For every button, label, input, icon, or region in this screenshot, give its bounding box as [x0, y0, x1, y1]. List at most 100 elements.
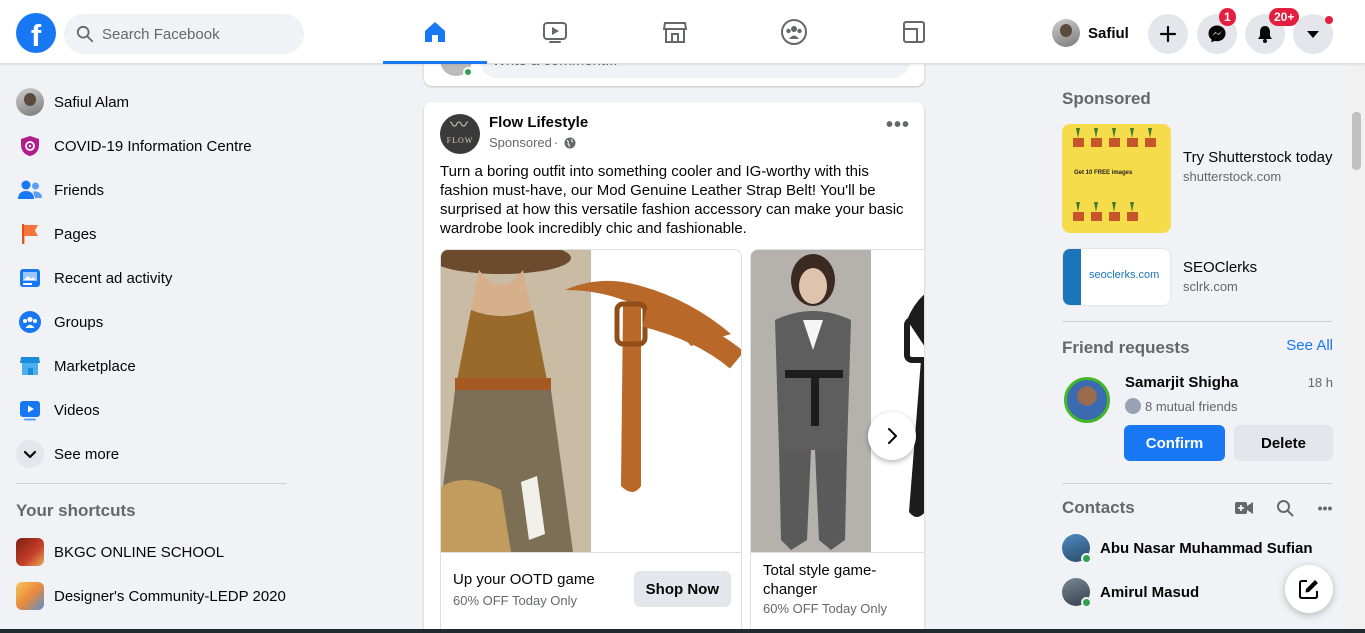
shortcut-thumbnail: [16, 538, 44, 566]
sidebar-item-label: See more: [54, 445, 120, 463]
messenger-button[interactable]: 1: [1197, 8, 1237, 54]
search-input[interactable]: [102, 25, 282, 43]
shortcut-item[interactable]: BKGC ONLINE SCHOOL: [8, 530, 292, 574]
sidebar-item-videos[interactable]: Videos: [8, 388, 292, 432]
notifications-button[interactable]: 20+: [1245, 8, 1300, 54]
online-indicator: [1081, 597, 1092, 608]
sponsored-label[interactable]: Sponsored: [489, 135, 552, 150]
shortcut-label: BKGC ONLINE SCHOOL: [54, 543, 225, 561]
facebook-logo[interactable]: f: [16, 13, 56, 53]
more-options-icon[interactable]: •••: [1315, 498, 1335, 518]
tab-groups[interactable]: [742, 0, 846, 64]
profile-chip[interactable]: Safiul: [1052, 16, 1129, 50]
groups-icon: [781, 19, 807, 45]
mutual-friend-avatar: [1125, 398, 1141, 414]
sidebar-item-profile[interactable]: Safiul Alam: [8, 80, 292, 124]
covid-shield-icon: [21, 136, 39, 156]
sidebar-item-label: Marketplace: [54, 357, 136, 375]
top-navigation-bar: f Safiul 1 20+: [0, 0, 1365, 64]
sidebar-item-ad-activity[interactable]: Recent ad activity: [8, 256, 292, 300]
video-icon: [20, 401, 40, 421]
ad-image-text: seoclerks.com: [1089, 269, 1160, 281]
friend-requests-title: Friend requests: [1062, 338, 1190, 357]
scrollbar-thumb[interactable]: [1352, 112, 1361, 170]
store-icon: [20, 357, 40, 375]
ad-title: SEOClerks: [1183, 259, 1258, 276]
globe-icon: [564, 137, 576, 148]
chevron-down-icon: [16, 440, 44, 468]
sidebar-item-groups[interactable]: Groups: [8, 300, 292, 344]
post-page-name[interactable]: Flow Lifestyle: [489, 114, 588, 131]
ad-item[interactable]: Get 10 FREE images Try Shutterstock toda…: [1062, 124, 1342, 234]
avatar[interactable]: [1064, 377, 1110, 423]
confirm-button[interactable]: Confirm: [1124, 425, 1225, 461]
post-meta: Sponsored ·: [489, 135, 576, 150]
ad-url: shutterstock.com: [1183, 169, 1282, 184]
carousel-card[interactable]: Up your OOTD game 60% OFF Today Only Sho…: [440, 249, 742, 633]
delete-button[interactable]: Delete: [1234, 425, 1333, 461]
sidebar-item-marketplace[interactable]: Marketplace: [8, 344, 292, 388]
divider: [1062, 321, 1332, 322]
carousel-title: Up your OOTD game: [453, 571, 595, 588]
contacts-title: Contacts: [1062, 498, 1135, 517]
request-time: 18 h: [1307, 375, 1333, 390]
ad-image: Get 10 FREE images: [1062, 124, 1171, 233]
flag-icon: [22, 224, 38, 244]
sidebar-item-pages[interactable]: Pages: [8, 212, 292, 256]
sidebar-item-label: Recent ad activity: [54, 269, 173, 287]
chevron-right-icon: [888, 428, 897, 444]
shortcut-thumbnail: [16, 582, 44, 610]
friends-icon: [18, 180, 42, 199]
sidebar-item-label: Groups: [54, 313, 104, 331]
page-avatar-text: FLOW: [446, 136, 474, 145]
avatar: [1062, 578, 1092, 608]
product-image: [751, 250, 924, 552]
shortcut-label: Designer's Community-LEDP 2020: [54, 587, 286, 605]
gaming-icon: [903, 21, 925, 43]
shop-now-button[interactable]: Shop Now: [633, 571, 731, 607]
sidebar-item-see-more[interactable]: See more: [8, 432, 292, 476]
messenger-icon: [1208, 25, 1226, 43]
mutual-friends: 8 mutual friends: [1125, 398, 1238, 414]
divider: [1062, 483, 1332, 484]
bell-icon: [1258, 26, 1272, 43]
video-icon: [543, 22, 567, 43]
groups-icon: [19, 311, 41, 333]
search-icon[interactable]: [1275, 498, 1295, 518]
sidebar-item-label: Safiul Alam: [54, 93, 130, 111]
search-icon: [76, 25, 94, 43]
sidebar-item-friends[interactable]: Friends: [8, 168, 292, 212]
create-button[interactable]: [1148, 14, 1188, 54]
tab-home[interactable]: [383, 0, 487, 64]
video-call-icon[interactable]: [1234, 498, 1254, 518]
caret-down-icon: [1307, 31, 1319, 38]
carousel-subtitle: 60% OFF Today Only: [453, 593, 578, 608]
scrollbar[interactable]: [1348, 64, 1365, 633]
tab-gaming[interactable]: [862, 0, 966, 64]
plus-icon: [1159, 25, 1177, 43]
online-indicator: [1081, 553, 1092, 564]
page-avatar[interactable]: FLOW: [440, 114, 480, 154]
contact-name: Amirul Masud: [1100, 583, 1200, 601]
divider: [16, 483, 286, 484]
shortcut-item[interactable]: Designer's Community-LEDP 2020: [8, 574, 292, 618]
compose-icon: [1299, 580, 1318, 599]
search-box[interactable]: [64, 14, 304, 54]
carousel-footer: Total style game-changer 60% OFF Today O…: [751, 552, 924, 633]
messenger-badge: 1: [1219, 8, 1236, 26]
sidebar-item-covid[interactable]: COVID-19 Information Centre: [8, 124, 292, 168]
more-options-icon[interactable]: •••: [886, 115, 910, 135]
account-menu-button[interactable]: [1293, 14, 1333, 54]
new-message-button[interactable]: [1285, 565, 1333, 613]
ad-item[interactable]: seoclerks.com SEOClerks sclrk.com: [1062, 248, 1342, 306]
ad-image-text: Get 10 FREE images: [1074, 170, 1133, 176]
request-name[interactable]: Samarjit Shigha: [1125, 374, 1238, 391]
see-all-link[interactable]: See All: [1286, 337, 1333, 354]
sidebar-item-label: Pages: [54, 225, 97, 243]
contact-item[interactable]: Abu Nasar Muhammad Sufian: [1062, 528, 1313, 568]
tab-watch[interactable]: [503, 0, 607, 64]
tab-marketplace[interactable]: [623, 0, 727, 64]
carousel-next-button[interactable]: [868, 412, 916, 460]
carousel-subtitle: 60% OFF Today Only: [763, 601, 888, 616]
contact-item[interactable]: Amirul Masud: [1062, 572, 1199, 612]
